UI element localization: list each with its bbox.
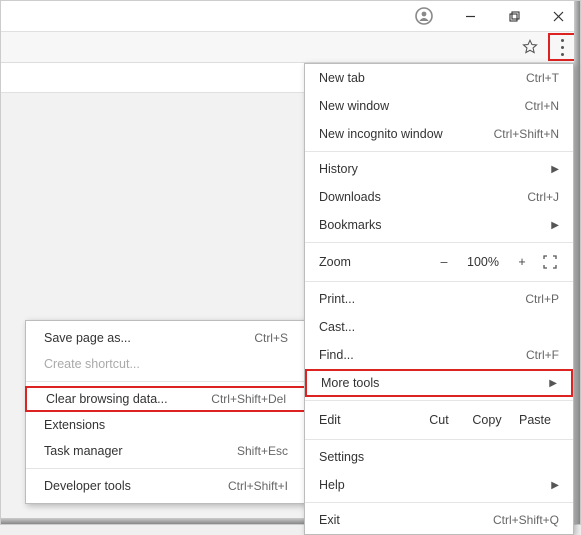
- menu-separator: [305, 502, 573, 503]
- menu-separator: [305, 242, 573, 243]
- menu-cast[interactable]: Cast...: [305, 313, 573, 341]
- submenu-create-shortcut[interactable]: Create shortcut...: [26, 351, 306, 377]
- main-menu: New tabCtrl+T New windowCtrl+N New incog…: [304, 63, 574, 535]
- submenu-save-page[interactable]: Save page as...Ctrl+S: [26, 325, 306, 351]
- menu-help[interactable]: Help▶: [305, 471, 573, 499]
- submenu-developer-tools[interactable]: Developer toolsCtrl+Shift+I: [26, 473, 306, 499]
- menu-separator: [305, 400, 573, 401]
- menu-new-tab[interactable]: New tabCtrl+T: [305, 64, 573, 92]
- bookmark-star-icon[interactable]: [516, 33, 544, 61]
- titlebar: [1, 1, 580, 31]
- menu-history[interactable]: History▶: [305, 155, 573, 183]
- zoom-percent: 100%: [463, 255, 503, 269]
- zoom-out-button[interactable]: –: [435, 255, 453, 269]
- cut-button[interactable]: Cut: [415, 413, 463, 427]
- zoom-in-button[interactable]: +: [513, 255, 531, 269]
- toolbar: [1, 31, 580, 63]
- menu-separator: [26, 381, 306, 382]
- menu-new-window[interactable]: New windowCtrl+N: [305, 92, 573, 120]
- menu-separator: [305, 439, 573, 440]
- browser-window: New tabCtrl+T New windowCtrl+N New incog…: [0, 0, 581, 525]
- menu-downloads[interactable]: DownloadsCtrl+J: [305, 183, 573, 211]
- maximize-button[interactable]: [492, 1, 536, 31]
- submenu-clear-browsing-data[interactable]: Clear browsing data...Ctrl+Shift+Del: [25, 386, 307, 412]
- menu-edit: Edit Cut Copy Paste: [305, 404, 573, 436]
- menu-separator: [305, 281, 573, 282]
- chevron-right-icon: ▶: [551, 480, 559, 491]
- fullscreen-icon[interactable]: [541, 255, 559, 269]
- menu-more-tools[interactable]: More tools▶: [305, 369, 573, 397]
- menu-print[interactable]: Print...Ctrl+P: [305, 285, 573, 313]
- profile-avatar-icon[interactable]: [408, 1, 440, 31]
- menu-separator: [26, 468, 306, 469]
- more-tools-submenu: Save page as...Ctrl+S Create shortcut...…: [25, 320, 307, 504]
- paste-button[interactable]: Paste: [511, 413, 559, 427]
- menu-zoom: Zoom – 100% +: [305, 246, 573, 278]
- more-menu-button[interactable]: [548, 33, 576, 61]
- menu-exit[interactable]: ExitCtrl+Shift+Q: [305, 506, 573, 534]
- copy-button[interactable]: Copy: [463, 413, 511, 427]
- menu-bookmarks[interactable]: Bookmarks▶: [305, 211, 573, 239]
- chevron-right-icon: ▶: [551, 164, 559, 175]
- minimize-button[interactable]: [448, 1, 492, 31]
- menu-separator: [305, 151, 573, 152]
- chevron-right-icon: ▶: [549, 378, 557, 389]
- window-shadow: [574, 1, 580, 524]
- submenu-task-manager[interactable]: Task managerShift+Esc: [26, 438, 306, 464]
- submenu-extensions[interactable]: Extensions: [26, 412, 306, 438]
- menu-settings[interactable]: Settings: [305, 443, 573, 471]
- menu-find[interactable]: Find...Ctrl+F: [305, 341, 573, 369]
- chevron-right-icon: ▶: [551, 220, 559, 231]
- menu-new-incognito[interactable]: New incognito windowCtrl+Shift+N: [305, 120, 573, 148]
